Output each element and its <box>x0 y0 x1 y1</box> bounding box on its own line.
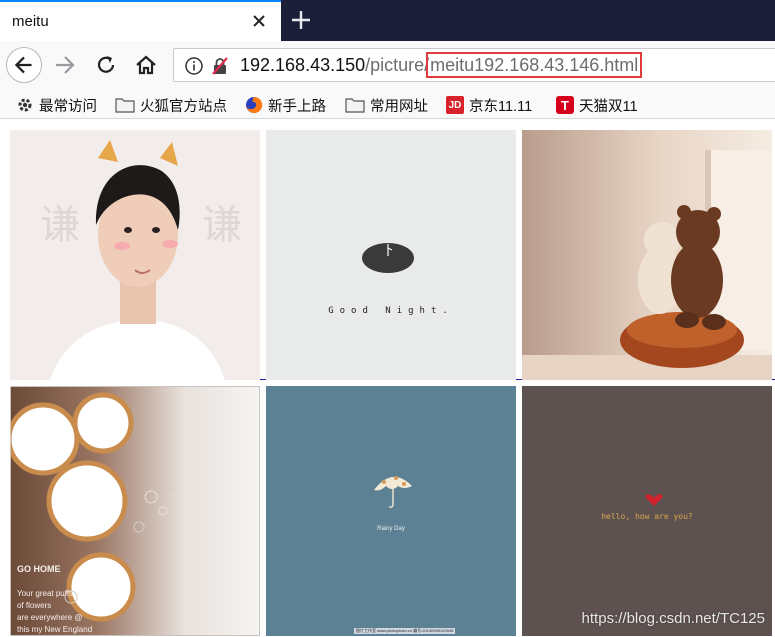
url-path: /picture/ <box>365 55 430 75</box>
picture-go-home[interactable]: GO HOME Your great puffs of flowers are … <box>10 386 260 636</box>
picture-teddy-bears[interactable] <box>522 130 772 380</box>
good-night-illustration <box>362 243 414 273</box>
page-content: 谦 谦 Good Night. GO HOME Your great puffs… <box>0 120 775 637</box>
url-host: 192.168.43.150 <box>240 55 366 75</box>
glyph-left: 谦 <box>40 202 80 248</box>
picture-portrait[interactable]: 谦 谦 <box>10 130 260 380</box>
go-home-line: Your great puffs <box>17 589 74 598</box>
tab-meitu[interactable]: meitu <box>0 0 281 41</box>
info-icon[interactable] <box>184 56 204 76</box>
bookmark-common-sites[interactable]: 常用网址 <box>345 94 428 116</box>
teddy-bears-illustration <box>522 150 772 380</box>
watermark: https://blog.csdn.net/TC125 <box>581 610 765 627</box>
folder-icon <box>115 98 135 113</box>
forward-button[interactable] <box>48 47 84 83</box>
picture-hello[interactable]: hello, how are you? <box>522 386 772 636</box>
back-button[interactable] <box>6 47 42 83</box>
jd-icon: JD <box>446 96 464 114</box>
bookmark-label: 最常访问 <box>39 98 97 115</box>
go-home-text: GO HOME Your great puffs of flowers are … <box>17 563 93 635</box>
bookmark-label: 常用网址 <box>370 98 428 115</box>
navigation-toolbar: 192.168.43.150/picture/meitu192.168.43.1… <box>0 41 775 91</box>
close-icon[interactable] <box>248 10 270 32</box>
go-home-line: of flowers <box>17 601 52 610</box>
address-bar[interactable]: 192.168.43.150/picture/meitu192.168.43.1… <box>173 48 775 82</box>
heart-illustration <box>645 494 663 506</box>
picture-umbrella[interactable]: Rainy Day 图片工作室 www.photophoto.cn 编号:201… <box>266 386 516 636</box>
new-tab-icon[interactable] <box>287 6 315 34</box>
umbrella-caption: Rainy Day <box>377 526 405 532</box>
firefox-icon <box>246 96 263 113</box>
go-home-line: this my New England <box>17 625 93 634</box>
portrait-illustration: 谦 谦 <box>10 130 260 380</box>
bookmark-getting-started[interactable]: 新手上路 <box>245 94 326 116</box>
bookmark-label: 京东11.11 <box>469 98 533 115</box>
url-highlighted-file: meitu192.168.43.146.html <box>426 52 643 78</box>
tab-title: meitu <box>12 13 49 30</box>
picture-good-night[interactable]: Good Night. <box>266 130 516 380</box>
bookmark-firefox-site[interactable]: 火狐官方站点 <box>115 94 227 116</box>
bookmark-label: 新手上路 <box>268 98 326 115</box>
go-home-line: are everywhere @ <box>17 613 83 622</box>
photo-credit: 图片工作室 www.photophoto.cn 编号:2013090912004… <box>354 628 456 634</box>
reload-button[interactable] <box>88 47 124 83</box>
bookmark-jd[interactable]: JD 京东11.11 <box>446 94 532 116</box>
gear-icon <box>18 98 32 112</box>
good-night-caption: Good Night. <box>328 306 454 316</box>
glyph-right: 谦 <box>202 202 242 248</box>
umbrella-illustration <box>374 476 412 508</box>
tab-strip: meitu <box>0 0 775 41</box>
tmall-icon: T <box>556 96 574 114</box>
hello-caption: hello, how are you? <box>601 512 693 521</box>
bookmark-tmall[interactable]: T 天猫双11 <box>556 94 638 116</box>
bookmarks-toolbar: 最常访问 火狐官方站点 新手上路 常用网址 JD 京东11.11 T 天猫双11 <box>0 91 775 119</box>
url-text: 192.168.43.150/picture/meitu192.168.43.1… <box>240 52 643 78</box>
bookmark-most-visited[interactable]: 最常访问 <box>16 94 97 116</box>
bookmark-label: 火狐官方站点 <box>140 98 227 115</box>
go-home-title: GO HOME <box>17 564 61 574</box>
folder-icon <box>345 98 365 113</box>
bookmark-label: 天猫双11 <box>579 98 638 115</box>
home-button[interactable] <box>128 47 164 83</box>
insecure-lock-icon[interactable] <box>210 56 230 76</box>
